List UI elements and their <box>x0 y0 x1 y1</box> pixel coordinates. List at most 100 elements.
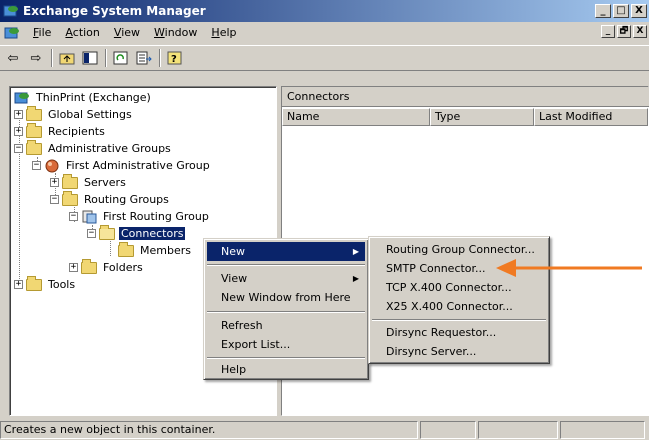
exchange-app-icon <box>3 3 19 19</box>
title-bar[interactable]: Exchange System Manager _ □ X <box>0 0 649 22</box>
mdi-close-button[interactable]: X <box>633 25 647 38</box>
submenu-arrow-icon: ▶ <box>352 274 359 283</box>
expand-plus-icon[interactable]: + <box>69 263 78 272</box>
status-panel <box>560 421 645 439</box>
tree-item-servers[interactable]: + Servers <box>50 173 128 191</box>
show-hide-tree-icon[interactable] <box>79 48 101 68</box>
context-menu-new[interactable]: New ▶ <box>207 242 365 261</box>
menu-action[interactable]: Action <box>58 24 106 42</box>
folder-icon <box>62 190 78 206</box>
toolbar: ⇦ ⇨ ? <box>0 45 649 71</box>
toolbar-separator <box>105 49 107 67</box>
context-menu-item-label: View <box>221 272 248 285</box>
results-pane-title: Connectors <box>282 87 649 107</box>
collapse-minus-icon[interactable]: − <box>14 144 23 153</box>
menu-separator <box>207 264 365 266</box>
folder-icon <box>26 122 42 138</box>
folder-icon <box>62 173 78 189</box>
submenu-tcp-x400-connector[interactable]: TCP X.400 Connector... <box>372 278 546 297</box>
tree-item-label: First Routing Group <box>103 210 209 223</box>
tree-item-members[interactable]: Members <box>118 241 193 259</box>
minimize-button[interactable]: _ <box>595 4 611 18</box>
maximize-button[interactable]: □ <box>613 4 629 18</box>
back-icon[interactable]: ⇦ <box>2 48 24 68</box>
server-icon <box>14 91 30 105</box>
folder-icon <box>81 258 97 274</box>
tree-item-label: Administrative Groups <box>48 142 171 155</box>
context-menu-item-label: New <box>221 245 245 258</box>
tree-item-label: Folders <box>103 261 143 274</box>
submenu-routing-group-connector[interactable]: Routing Group Connector... <box>372 240 546 259</box>
mdi-minimize-button[interactable]: _ <box>601 25 615 38</box>
help-icon[interactable]: ? <box>164 48 186 68</box>
folder-icon <box>26 139 42 155</box>
context-menu-help[interactable]: Help <box>207 360 365 379</box>
tree-item-recipients[interactable]: + Recipients <box>14 122 107 140</box>
tree-item-label: Members <box>140 244 191 257</box>
submenu-dirsync-server[interactable]: Dirsync Server... <box>372 342 546 361</box>
submenu-x25-x400-connector[interactable]: X25 X.400 Connector... <box>372 297 546 316</box>
tree-item-label: Routing Groups <box>84 193 169 206</box>
menu-bar: File Action View Window Help _ 🗗 X <box>0 23 649 43</box>
tree-item-label: Recipients <box>48 125 105 138</box>
tree-item-global-settings[interactable]: + Global Settings <box>14 105 134 123</box>
menu-separator <box>372 319 546 321</box>
expand-plus-icon[interactable]: + <box>50 178 59 187</box>
status-panel <box>478 421 558 439</box>
export-list-icon[interactable] <box>133 48 155 68</box>
status-panel <box>420 421 476 439</box>
context-menu: New ▶ View ▶ New Window from Here Refres… <box>203 238 369 380</box>
tree-item-label: Servers <box>84 176 126 189</box>
collapse-minus-icon[interactable]: − <box>69 212 78 221</box>
collapse-minus-icon[interactable]: − <box>87 229 96 238</box>
status-text: Creates a new object in this container. <box>0 421 418 439</box>
column-header-name[interactable]: Name <box>282 108 430 126</box>
folder-icon <box>26 275 42 291</box>
context-menu-new-window[interactable]: New Window from Here <box>207 288 365 307</box>
refresh-icon[interactable] <box>110 48 132 68</box>
expand-plus-icon[interactable]: + <box>14 127 23 136</box>
column-header-type[interactable]: Type <box>430 108 534 126</box>
forward-icon[interactable]: ⇨ <box>25 48 47 68</box>
tree-item-thinprint[interactable]: ThinPrint (Exchange) <box>14 89 153 106</box>
folder-open-icon <box>99 224 115 240</box>
close-button[interactable]: X <box>631 4 647 18</box>
submenu-dirsync-requestor[interactable]: Dirsync Requestor... <box>372 323 546 342</box>
menu-separator <box>207 357 365 359</box>
admin-group-icon <box>44 159 60 173</box>
menu-separator <box>207 311 365 313</box>
submenu-arrow-icon: ▶ <box>352 247 359 256</box>
tree-item-first-administrative-group[interactable]: − First Administrative Group <box>32 157 212 174</box>
tree-item-label: First Administrative Group <box>66 159 210 172</box>
tree-item-first-routing-group[interactable]: − First Routing Group <box>69 208 211 225</box>
tree-item-folders[interactable]: + Folders <box>69 258 145 276</box>
column-header-last-modified[interactable]: Last Modified <box>534 108 648 126</box>
toolbar-separator <box>159 49 161 67</box>
up-folder-icon[interactable] <box>56 48 78 68</box>
status-bar: Creates a new object in this container. <box>0 420 649 440</box>
tree-item-routing-groups[interactable]: − Routing Groups <box>50 190 171 208</box>
tree-item-label: Global Settings <box>48 108 132 121</box>
menu-view[interactable]: View <box>107 24 147 42</box>
context-menu-refresh[interactable]: Refresh <box>207 316 365 335</box>
tree-item-connectors[interactable]: − Connectors <box>87 224 187 242</box>
new-submenu: Routing Group Connector... SMTP Connecto… <box>368 236 550 364</box>
toolbar-separator <box>51 49 53 67</box>
routing-group-icon <box>81 210 97 224</box>
context-menu-view[interactable]: View ▶ <box>207 269 365 288</box>
svg-text:?: ? <box>171 54 177 65</box>
console-icon[interactable] <box>4 25 20 41</box>
menu-help[interactable]: Help <box>204 24 243 42</box>
menu-file[interactable]: File <box>26 24 58 42</box>
context-menu-export-list[interactable]: Export List... <box>207 335 365 354</box>
tree-item-label: ThinPrint (Exchange) <box>36 91 151 104</box>
tree-item-label: Tools <box>48 278 76 291</box>
mdi-restore-button[interactable]: 🗗 <box>617 25 631 38</box>
tree-item-administrative-groups[interactable]: − Administrative Groups <box>14 139 173 157</box>
collapse-minus-icon[interactable]: − <box>32 161 41 170</box>
collapse-minus-icon[interactable]: − <box>50 195 59 204</box>
expand-plus-icon[interactable]: + <box>14 110 23 119</box>
expand-plus-icon[interactable]: + <box>14 280 23 289</box>
tree-item-tools[interactable]: + Tools <box>14 275 77 293</box>
menu-window[interactable]: Window <box>147 24 204 42</box>
